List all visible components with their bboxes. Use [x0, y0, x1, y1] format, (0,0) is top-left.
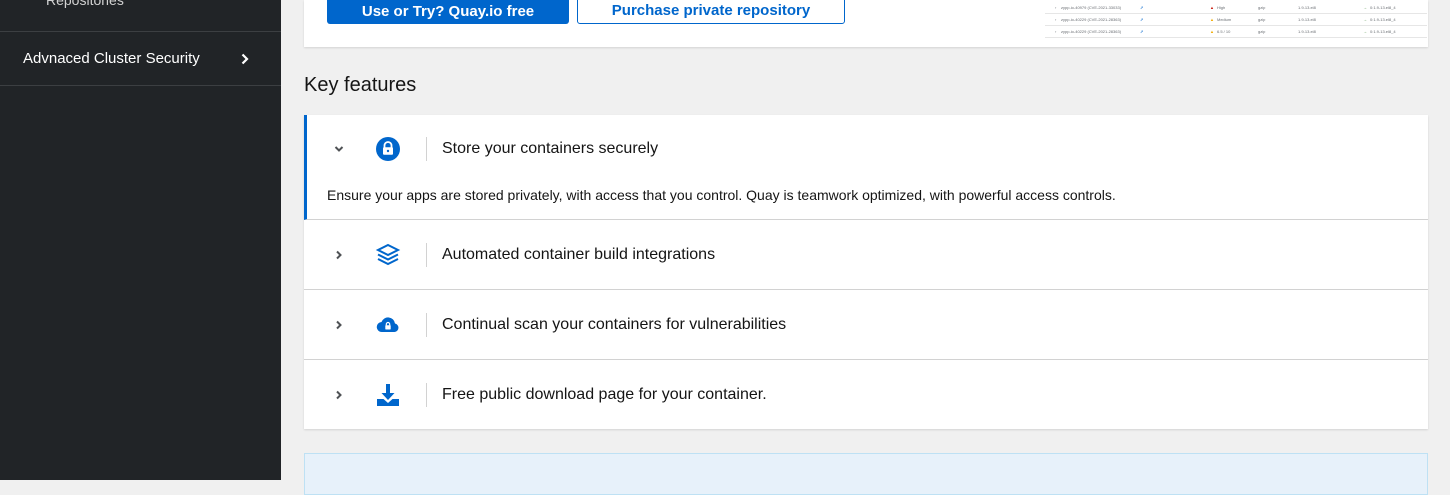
sidebar-divider: [0, 85, 281, 86]
accordion-item-store-securely: Store your containers securely Ensure yo…: [304, 115, 1428, 220]
accordion-label: Free public download page for your conta…: [442, 385, 767, 403]
external-link-icon: ⇗: [1140, 29, 1144, 34]
vulnerability-preview-image: › zypp-io-40979 (CVE-2021-33033) ⇗ ▲ Hig…: [1045, 0, 1427, 45]
table-row: › zypp-io-40979 (CVE-2021-33033) ⇗ ▲ Hig…: [1045, 2, 1427, 14]
download-icon: [377, 383, 399, 406]
key-features-heading: Key features: [304, 74, 417, 96]
accordion-label: Store your containers securely: [442, 140, 659, 157]
separator: [426, 382, 427, 407]
separator: [426, 312, 427, 337]
accordion-item-public-download: Free public download page for your conta…: [304, 360, 1428, 429]
purchase-private-repository-button[interactable]: Purchase private repository: [577, 0, 845, 24]
chevron-down-icon: [334, 146, 344, 152]
accordion-toggle[interactable]: Store your containers securely: [307, 115, 1428, 183]
accordion-body: Ensure your apps are stored privately, w…: [327, 187, 1116, 203]
info-banner-card: [304, 453, 1428, 495]
chevron-right-icon: [241, 53, 249, 64]
separator: [426, 137, 427, 161]
external-link-icon: ⇗: [1140, 5, 1144, 10]
product-hero-card: Use or Try? Quay.io free Purchase privat…: [304, 0, 1428, 47]
accordion-label: Continual scan your containers for vulne…: [442, 315, 787, 333]
chevron-right-icon: [336, 320, 342, 329]
lock-icon: [376, 137, 400, 161]
try-quay-free-button[interactable]: Use or Try? Quay.io free: [327, 0, 569, 24]
sidebar-item-label: Advnaced Cluster Security: [23, 50, 200, 67]
layers-icon: [375, 243, 401, 265]
sidebar-nav: Repositories Advnaced Cluster Security: [0, 0, 281, 480]
external-link-icon: ⇗: [1140, 17, 1144, 22]
chevron-right-icon: [336, 250, 342, 259]
chevron-right-icon: [336, 390, 342, 399]
cloud-lock-icon: [376, 316, 399, 332]
sidebar-item-advanced-cluster-security[interactable]: Advnaced Cluster Security: [0, 32, 281, 85]
sidebar-item-repositories[interactable]: Repositories: [46, 0, 124, 9]
accordion-toggle[interactable]: Continual scan your containers for vulne…: [304, 290, 1428, 359]
accordion-item-vulnerability-scan: Continual scan your containers for vulne…: [304, 290, 1428, 360]
table-row: › zypp-io-40229 (CVE-2021-28363) ⇗ ▲ Med…: [1045, 14, 1427, 26]
accordion-toggle[interactable]: Automated container build integrations: [304, 220, 1428, 289]
table-row: › zypp-io-40229 (CVE-2021-28363) ⇗ ▲ 6.5…: [1045, 26, 1427, 38]
key-features-accordion: Store your containers securely Ensure yo…: [304, 115, 1428, 429]
accordion-toggle[interactable]: Free public download page for your conta…: [304, 360, 1428, 429]
separator: [426, 242, 427, 267]
accordion-label: Automated container build integrations: [442, 245, 716, 263]
accordion-item-build-integrations: Automated container build integrations: [304, 220, 1428, 290]
